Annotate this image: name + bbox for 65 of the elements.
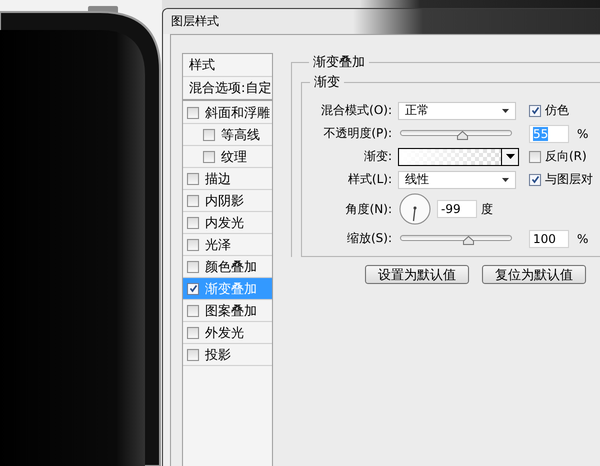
caret-icon: [502, 178, 509, 182]
field-label: 渐变:: [362, 148, 392, 165]
window-title: 图层样式: [171, 14, 219, 28]
checkbox[interactable]: [187, 106, 199, 118]
field-label: 样式(L):: [346, 171, 392, 188]
checkbox[interactable]: [529, 174, 541, 186]
sidebar-item[interactable]: 等高线: [183, 124, 272, 146]
checkbox[interactable]: [187, 216, 199, 228]
sidebar-item[interactable]: 混合选项:自定: [183, 77, 272, 101]
sidebar-item[interactable]: 外发光: [183, 322, 272, 344]
checkbox[interactable]: [187, 260, 199, 272]
field-label: 不透明度(P):: [322, 125, 392, 142]
sidebar-item[interactable]: 光泽: [183, 234, 272, 256]
field-label: 缩放(S):: [346, 230, 392, 247]
checkbox-label: 仿色: [545, 102, 569, 119]
item-label: 颜色叠加: [205, 258, 257, 276]
default-button[interactable]: 设置为默认值: [365, 265, 469, 284]
sidebar-item[interactable]: 图案叠加: [183, 300, 272, 322]
item-label: 外发光: [205, 324, 244, 342]
checkbox-label: 与图层对: [545, 171, 593, 188]
checkbox[interactable]: [187, 326, 199, 338]
checkbox[interactable]: [529, 150, 541, 162]
angle-input[interactable]: -99: [437, 200, 477, 218]
sidebar-item[interactable]: 描边: [183, 168, 272, 190]
caret-icon: [506, 154, 514, 159]
default-button[interactable]: 复位为默认值: [482, 265, 586, 284]
field-label: 混合模式(O):: [320, 102, 392, 119]
dropdown[interactable]: 正常: [398, 102, 516, 120]
item-label: 光泽: [205, 236, 231, 254]
value-input[interactable]: 100: [529, 230, 569, 248]
item-label: 图案叠加: [205, 302, 257, 320]
sidebar-item[interactable]: 内发光: [183, 212, 272, 234]
unit-label: %: [577, 126, 588, 140]
checkbox[interactable]: [203, 150, 215, 162]
item-label: 渐变叠加: [205, 280, 257, 298]
sidebar-item[interactable]: 投影: [183, 344, 272, 366]
unit-label: %: [577, 232, 588, 246]
checkbox[interactable]: [187, 194, 199, 206]
sidebar-item[interactable]: 内阴影: [183, 190, 272, 212]
unit-label: 度: [481, 200, 493, 218]
checkbox[interactable]: [187, 238, 199, 250]
checkbox[interactable]: [187, 348, 199, 360]
item-label: 投影: [205, 346, 231, 364]
checkbox[interactable]: [187, 172, 199, 184]
group-title: 渐变: [313, 74, 341, 91]
sidebar-item[interactable]: 样式: [183, 54, 272, 77]
item-label: 描边: [205, 170, 231, 188]
checkbox-label: 反向(R): [545, 148, 587, 165]
field-label: 角度(N):: [344, 201, 392, 218]
caret-icon: [502, 108, 509, 112]
item-label: 内阴影: [205, 192, 244, 210]
checkbox[interactable]: [203, 128, 215, 140]
item-label: 等高线: [221, 126, 260, 144]
gradient-picker[interactable]: [398, 148, 519, 166]
item-label: 纹理: [221, 148, 247, 166]
checkbox[interactable]: [187, 282, 199, 294]
dropdown[interactable]: 线性: [398, 170, 516, 188]
item-label: 斜面和浮雕: [205, 104, 270, 122]
sidebar-item[interactable]: 纹理: [183, 146, 272, 168]
angle-dial[interactable]: [399, 193, 431, 225]
item-label: 内发光: [205, 214, 244, 232]
checkbox[interactable]: [187, 304, 199, 316]
sidebar-item[interactable]: 斜面和浮雕: [183, 102, 272, 124]
checkbox[interactable]: [529, 104, 541, 116]
section-title: 渐变叠加: [312, 54, 366, 71]
